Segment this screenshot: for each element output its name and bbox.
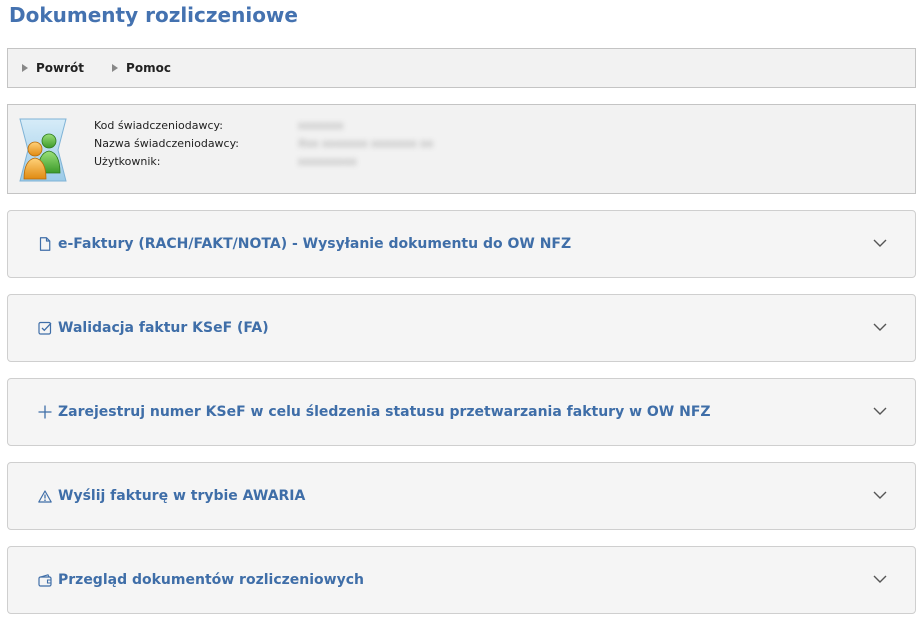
provider-name-value: Xxx xxxxxxx xxxxxxx xx — [298, 137, 434, 150]
toolbar: Powrót Pomoc — [7, 48, 916, 88]
wallet-icon — [38, 573, 52, 587]
help-link[interactable]: Pomoc — [112, 61, 171, 75]
plus-icon — [38, 405, 52, 419]
chevron-down-icon[interactable] — [873, 574, 887, 584]
panel-documents-overview[interactable]: Przegląd dokumentów rozliczeniowych — [7, 546, 916, 614]
back-link[interactable]: Powrót — [22, 61, 84, 75]
provider-code-value: xxxxxxx — [298, 119, 344, 132]
document-icon — [38, 237, 52, 251]
user-label: Użytkownik: — [94, 155, 161, 168]
checkbox-icon — [38, 321, 52, 335]
info-values: xxxxxxx Xxx xxxxxxx xxxxxxx xx xxxxxxxxx — [298, 117, 433, 171]
info-labels: Kod świadczeniodawcy: Nazwa świadczeniod… — [94, 117, 239, 171]
provider-name-label: Nazwa świadczeniodawcy: — [94, 137, 240, 150]
panel-title: Przegląd dokumentów rozliczeniowych — [58, 572, 364, 588]
triangle-right-icon — [112, 64, 119, 72]
panel-register-ksef[interactable]: Zarejestruj numer KSeF w celu śledzenia … — [7, 378, 916, 446]
triangle-right-icon — [22, 64, 28, 72]
provider-code-label: Kod świadczeniodawcy: — [94, 119, 223, 132]
chevron-down-icon[interactable] — [873, 322, 887, 332]
panel-title: Walidacja faktur KSeF (FA) — [58, 320, 269, 336]
chevron-down-icon[interactable] — [873, 406, 887, 416]
chevron-down-icon[interactable] — [873, 490, 887, 500]
panel-ksef-validation[interactable]: Walidacja faktur KSeF (FA) — [7, 294, 916, 362]
panel-title: Wyślij fakturę w trybie AWARIA — [58, 488, 306, 504]
users-icon — [18, 117, 68, 183]
panel-e-invoices[interactable]: e-Faktury (RACH/FAKT/NOTA) - Wysyłanie d… — [7, 210, 916, 278]
panel-title: e-Faktury (RACH/FAKT/NOTA) - Wysyłanie d… — [58, 236, 572, 252]
warning-icon — [38, 489, 52, 503]
panel-title: Zarejestruj numer KSeF w celu śledzenia … — [58, 404, 711, 420]
page-title: Dokumenty rozliczeniowe — [9, 3, 298, 27]
provider-info-box: Kod świadczeniodawcy: Nazwa świadczeniod… — [7, 104, 916, 194]
user-value: xxxxxxxxx — [298, 155, 357, 168]
panel-send-emergency[interactable]: Wyślij fakturę w trybie AWARIA — [7, 462, 916, 530]
chevron-down-icon[interactable] — [873, 238, 887, 248]
help-label: Pomoc — [126, 61, 171, 75]
back-label: Powrót — [36, 61, 85, 75]
